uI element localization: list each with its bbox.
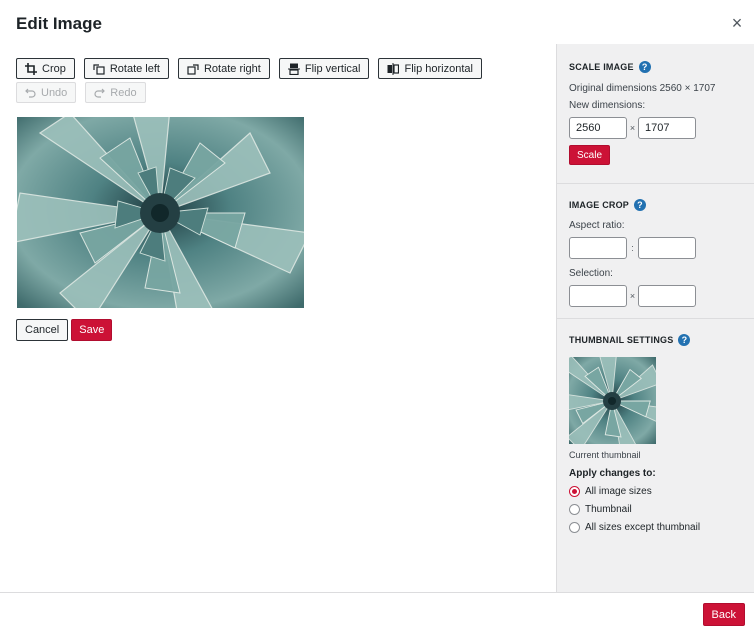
page-title: Edit Image [16,14,102,33]
radio-all-except-thumbnail[interactable]: All sizes except thumbnail [569,522,743,533]
thumbnail-caption: Current thumbnail [569,450,641,460]
flip-vertical-label: Flip vertical [304,62,361,75]
edit-actions: Cancel Save [16,319,113,341]
thumbnail-settings-heading: THUMBNAIL SETTINGS ? [569,333,743,347]
crop-icon [25,62,37,75]
flip-vertical-button[interactable]: Flip vertical [278,58,370,79]
editor-main: Crop Rotate left Rotate right Flip verti… [0,44,556,592]
selection-row: × [569,285,743,307]
dimension-separator: × [629,123,636,133]
aspect-ratio-label: Aspect ratio: [569,220,625,231]
selection-label: Selection: [569,268,613,279]
scale-button[interactable]: Scale [569,145,611,165]
apply-changes-label: Apply changes to: [569,468,656,479]
rotate-left-button[interactable]: Rotate left [83,58,169,79]
aspect-width-input[interactable] [569,237,627,259]
aspect-height-input[interactable] [638,237,696,259]
scale-height-input[interactable] [638,117,696,139]
settings-sidebar: SCALE IMAGE ? Original dimensions 2560 ×… [556,44,754,592]
current-thumbnail [569,357,656,444]
new-dimensions-label: New dimensions: [569,100,646,111]
aspect-ratio-row: : [569,237,743,259]
thumbnail-settings-section: THUMBNAIL SETTINGS ? Current thumbnail A… [557,318,754,533]
radio-button[interactable] [569,486,580,497]
agave-photo [17,117,304,308]
radio-button[interactable] [569,522,580,533]
scale-image-title: SCALE IMAGE [569,62,634,72]
flip-horizontal-label: Flip horizontal [404,62,473,75]
save-button[interactable]: Save [71,319,113,341]
history-toolbar: Undo Redo [16,82,146,103]
original-dimensions: Original dimensions 2560 × 1707 [569,83,716,94]
undo-button[interactable]: Undo [16,82,77,103]
selection-separator: × [629,291,636,301]
image-crop-heading: IMAGE CROP ? [569,198,743,212]
help-icon[interactable]: ? [638,61,651,73]
flip-horizontal-button[interactable]: Flip horizontal [378,58,482,79]
modal-header: Edit Image × [0,0,754,44]
radio-all-image-sizes[interactable]: All image sizes [569,486,743,497]
radio-button[interactable] [569,504,580,515]
scale-width-input[interactable] [569,117,627,139]
redo-button[interactable]: Redo [85,82,146,103]
selection-height-input[interactable] [638,285,696,307]
flip-horizontal-icon [387,62,400,75]
undo-icon [25,88,36,98]
rotate-left-icon [93,63,105,75]
modal-footer: Back [0,592,754,630]
image-crop-section: IMAGE CROP ? Aspect ratio: : Selection: … [557,183,754,307]
radio-label: Thumbnail [585,504,632,515]
image-crop-title: IMAGE CROP [569,200,630,210]
crop-label: Crop [42,62,66,75]
agave-thumbnail [569,357,656,444]
rotate-left-label: Rotate left [109,62,160,75]
flip-vertical-icon [287,63,300,75]
redo-label: Redo [110,86,137,99]
aspect-separator: : [631,243,634,253]
rotate-right-button[interactable]: Rotate right [177,58,270,79]
undo-label: Undo [41,86,68,99]
thumbnail-settings-title: THUMBNAIL SETTINGS [569,335,674,345]
back-button[interactable]: Back [702,603,745,626]
radio-thumbnail[interactable]: Thumbnail [569,504,743,515]
radio-label: All sizes except thumbnail [585,522,701,533]
rotate-right-icon [187,63,199,75]
radio-label: All image sizes [585,486,652,497]
crop-button[interactable]: Crop [16,58,75,79]
selection-width-input[interactable] [569,285,627,307]
help-icon[interactable]: ? [634,199,647,211]
cancel-button[interactable]: Cancel [16,319,69,341]
scale-image-section: SCALE IMAGE ? Original dimensions 2560 ×… [557,60,754,165]
scale-image-heading: SCALE IMAGE ? [569,60,743,74]
image-preview[interactable] [17,117,304,308]
rotate-right-label: Rotate right [203,62,261,75]
help-icon[interactable]: ? [678,334,691,346]
redo-icon [94,88,106,98]
dimension-row: × [569,117,743,139]
close-icon[interactable]: × [728,14,746,32]
image-toolbar: Crop Rotate left Rotate right Flip verti… [16,58,482,79]
